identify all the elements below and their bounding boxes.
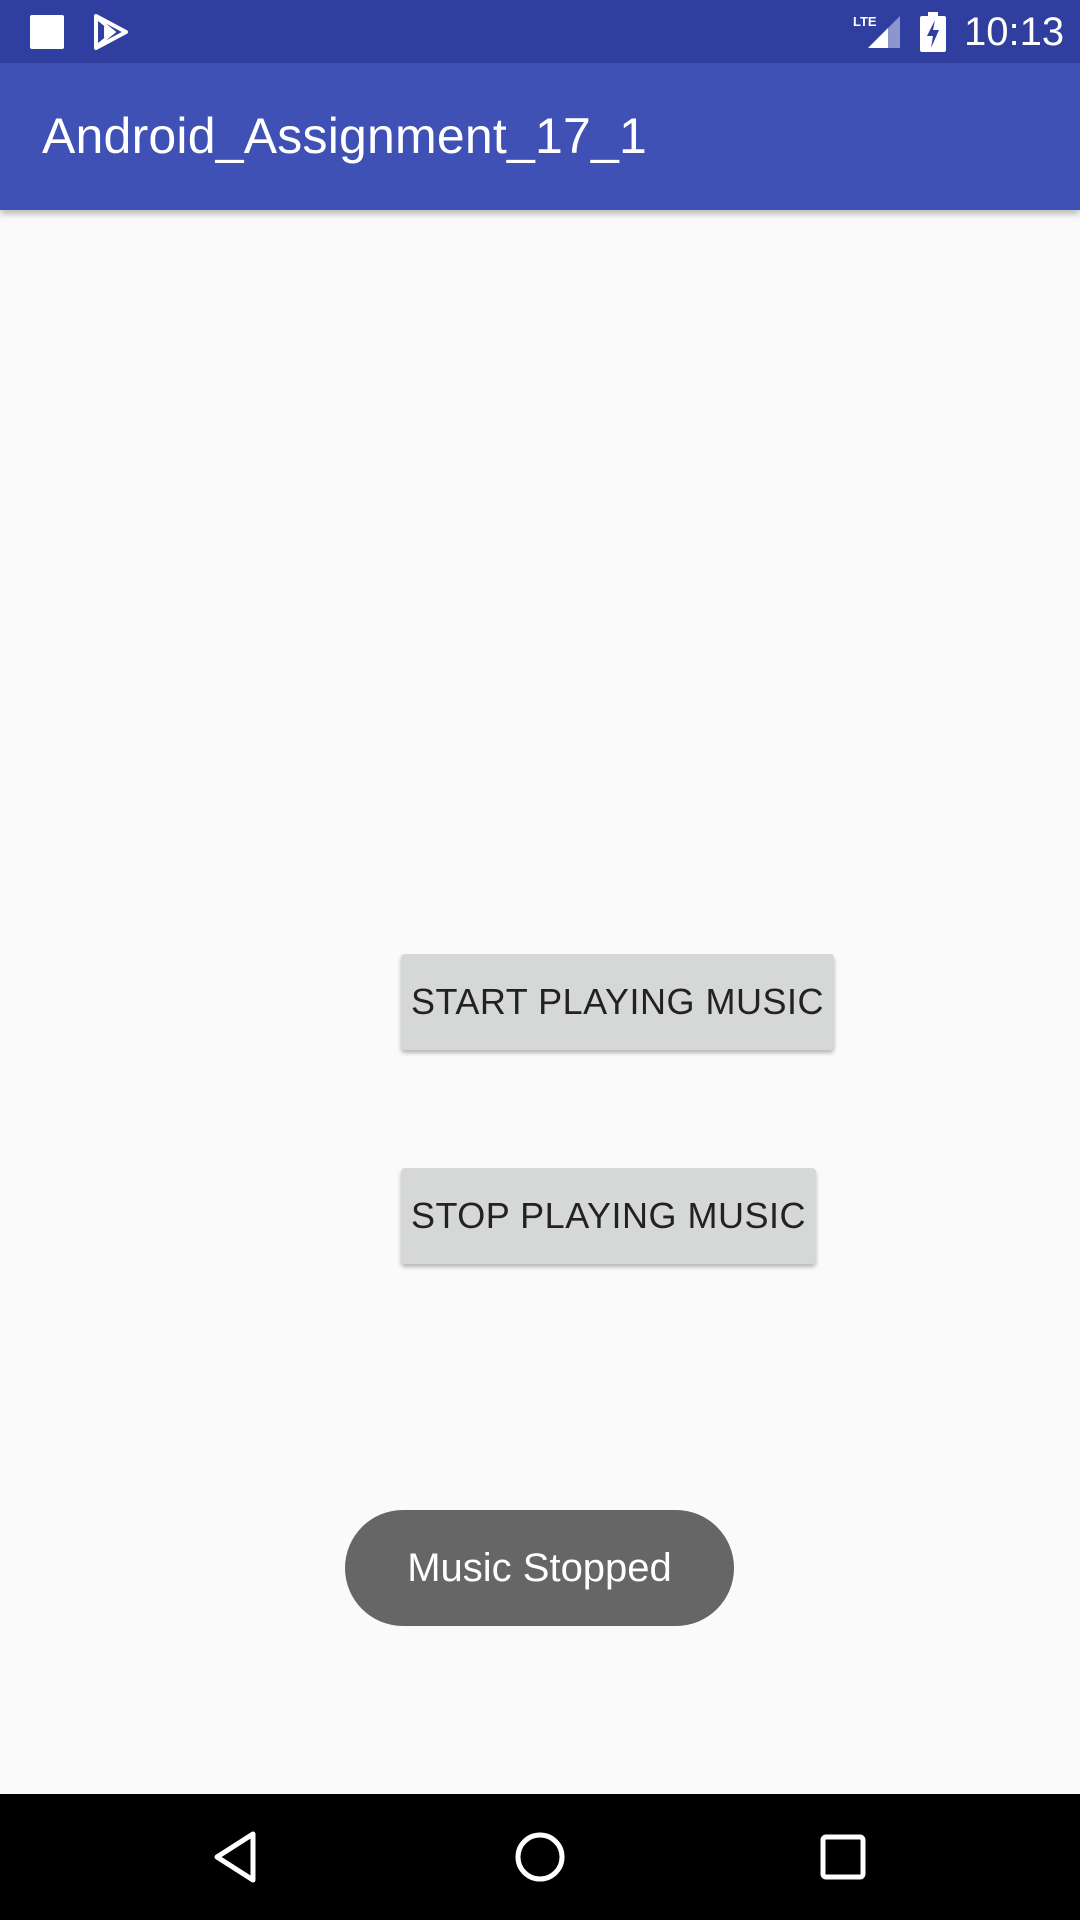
stop-playing-music-button[interactable]: STOP PLAYING MUSIC [401, 1168, 816, 1264]
start-playing-music-button[interactable]: START PLAYING MUSIC [401, 954, 834, 1050]
app-bar: Android_Assignment_17_1 [0, 63, 1080, 210]
play-store-icon [94, 14, 128, 50]
notification-square-icon [30, 15, 64, 49]
status-bar: LTE 10:13 [0, 0, 1080, 63]
status-time: 10:13 [964, 10, 1065, 54]
lte-label: LTE [853, 14, 877, 29]
navigation-bar [0, 1794, 1080, 1920]
app-title: Android_Assignment_17_1 [42, 108, 648, 164]
toast-message: Music Stopped [345, 1510, 734, 1626]
home-icon[interactable] [505, 1822, 575, 1892]
back-icon[interactable] [201, 1822, 271, 1892]
lte-signal-icon: LTE [853, 14, 900, 48]
recent-apps-icon[interactable] [808, 1822, 878, 1892]
battery-charging-icon [920, 12, 946, 52]
screen: LTE 10:13 Android_Assignment_17_1 START … [0, 0, 1080, 1920]
